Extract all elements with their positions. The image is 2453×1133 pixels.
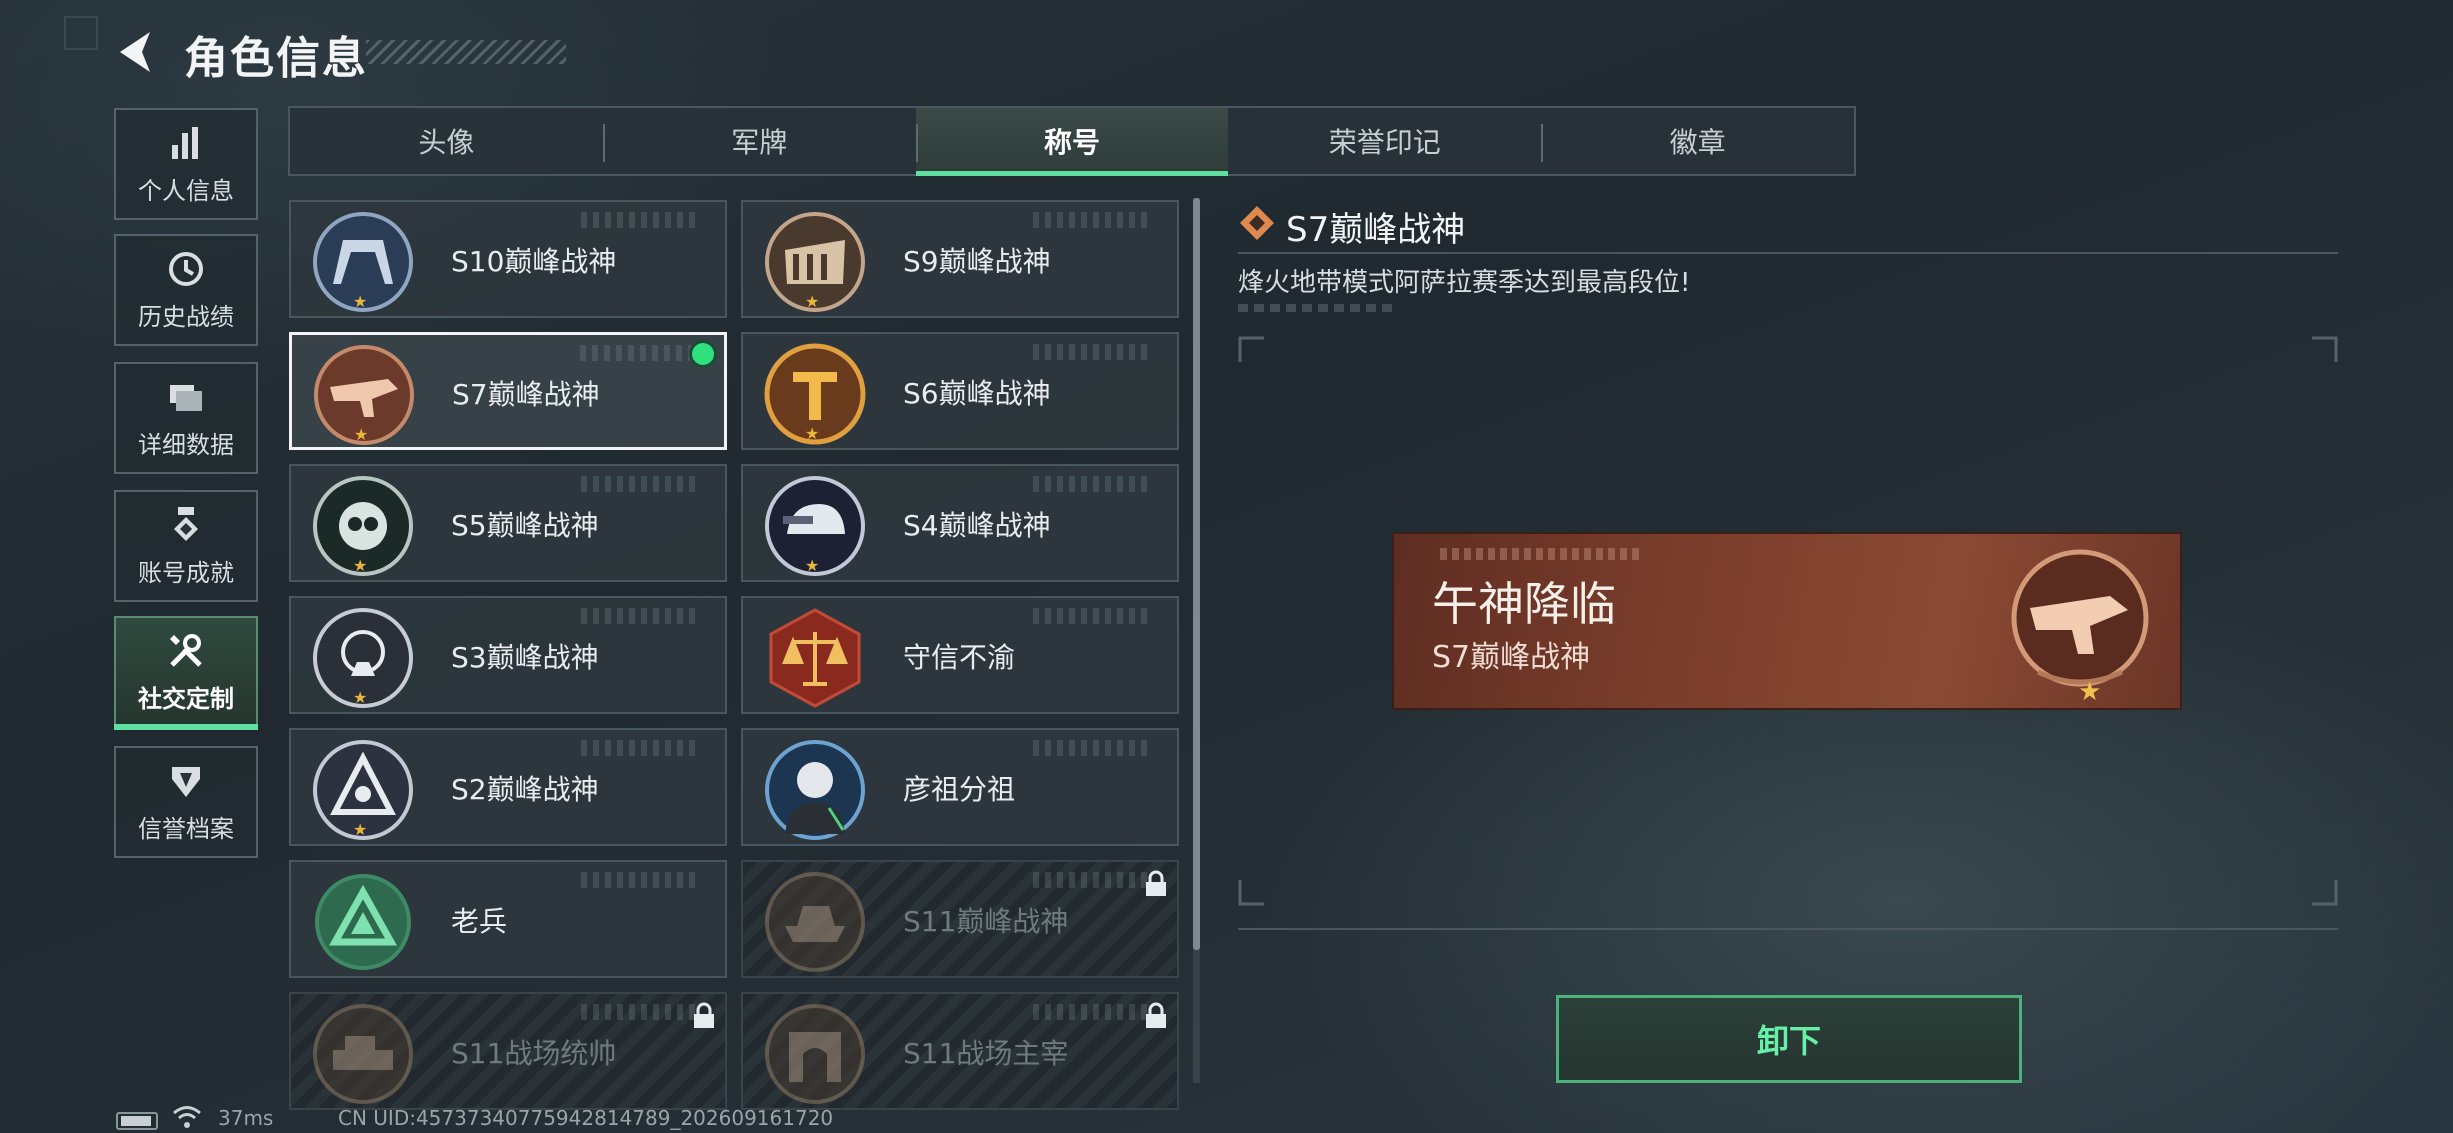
title-card-name: 彦祖分祖 <box>903 773 1016 806</box>
lock-icon <box>694 1002 714 1028</box>
tab-badge[interactable]: 徽章 <box>1541 108 1854 174</box>
tab-bar: 头像 军牌 称号 荣誉印记 徽章 <box>288 106 1856 176</box>
nav-item-detailed-data[interactable]: 详细数据 <box>114 362 258 474</box>
title-card-s2[interactable]: ★ S2巅峰战神 <box>289 728 727 846</box>
title-card-name: S11巅峰战神 <box>903 905 1069 938</box>
title-card-s11-locked[interactable]: S11巅峰战神 <box>741 860 1179 978</box>
title-card-s10[interactable]: ★ S10巅峰战神 <box>289 200 727 318</box>
lock-icon <box>1146 1002 1166 1028</box>
title-card-s7[interactable]: ★ S7巅峰战神 <box>289 332 727 450</box>
banner-decoration <box>1440 548 1640 560</box>
equipped-indicator <box>692 343 714 365</box>
nav-item-label: 账号成就 <box>138 558 234 587</box>
title-card-s9[interactable]: ★ S9巅峰战神 <box>741 200 1179 318</box>
back-arrow-icon <box>120 32 150 72</box>
folder-icon <box>170 384 202 411</box>
clock-icon <box>169 251 203 286</box>
tab-dogtag[interactable]: 军牌 <box>602 108 916 174</box>
rank-star-icon: ★ <box>805 556 820 575</box>
bar-chart-icon <box>172 126 198 159</box>
title-card-s11-ruler-locked[interactable]: S11战场主宰 <box>741 992 1179 1110</box>
title-card-s5[interactable]: ★ S5巅峰战神 <box>289 464 727 582</box>
svg-text:★: ★ <box>2078 677 2101 702</box>
title-card-name: S2巅峰战神 <box>451 773 599 806</box>
rank-star-icon: ★ <box>353 820 368 839</box>
rank-star-icon: ★ <box>805 292 820 311</box>
tab-honor-mark[interactable]: 荣誉印记 <box>1228 108 1541 174</box>
nav-item-social-custom[interactable]: 社交定制 <box>114 616 258 728</box>
rank-star-icon: ★ <box>353 292 368 311</box>
rank-star-icon: ★ <box>353 688 368 707</box>
veteran-emblem-icon <box>315 874 411 970</box>
scrollbar-thumb[interactable] <box>1193 198 1200 950</box>
title-card-name: S3巅峰战神 <box>451 641 599 674</box>
nav-item-label: 社交定制 <box>138 684 234 713</box>
title-card-name: S10巅峰战神 <box>451 245 617 278</box>
title-card-keep-promise[interactable]: 守信不渝 <box>741 596 1179 714</box>
title-card-name: S11战场统帅 <box>451 1037 617 1070</box>
battery-icon <box>116 1112 158 1130</box>
title-card-name: 守信不渝 <box>903 641 1016 674</box>
title-card-name: S11战场主宰 <box>903 1037 1069 1070</box>
nav-item-label: 历史战绩 <box>138 302 234 331</box>
banner-subtitle: S7巅峰战神 <box>1432 640 1591 675</box>
nav-item-label: 信誉档案 <box>138 814 234 843</box>
tab-avatar[interactable]: 头像 <box>290 108 603 174</box>
rank-star-icon: ★ <box>354 425 369 444</box>
banner-title-text: 午神降临 <box>1432 577 1616 631</box>
scales-emblem-icon <box>769 608 861 708</box>
title-card-name: S9巅峰战神 <box>903 245 1051 278</box>
wifi-icon <box>173 1106 201 1128</box>
ping-text: 37ms <box>218 1106 274 1130</box>
portrait-emblem-icon <box>765 740 865 840</box>
back-button[interactable] <box>112 28 160 76</box>
title-card-s6[interactable]: ★ S6巅峰战神 <box>741 332 1179 450</box>
nav-item-personal-info[interactable]: 个人信息 <box>114 108 258 220</box>
title-card-s4[interactable]: ★ S4巅峰战神 <box>741 464 1179 582</box>
s11-emblem-icon <box>765 872 865 972</box>
tools-icon <box>170 633 202 667</box>
title-card-s3[interactable]: ★ S3巅峰战神 <box>289 596 727 714</box>
title-decoration <box>366 40 566 64</box>
title-card-name: 老兵 <box>451 905 508 938</box>
uid-text: CN UID:4573734077594281478​9_20260916172… <box>338 1106 834 1130</box>
tank-emblem-icon <box>313 1004 413 1104</box>
tab-title[interactable]: 称号 <box>915 108 1229 176</box>
arch-emblem-icon <box>765 1004 865 1104</box>
title-card-name: S4巅峰战神 <box>903 509 1051 542</box>
title-card-name: S6巅峰战神 <box>903 377 1051 410</box>
lock-icon <box>1146 870 1166 896</box>
nav-item-credit-file[interactable]: 信誉档案 <box>114 746 258 858</box>
detail-description: 烽火地带模式阿萨拉赛季达到最高段位! <box>1238 268 1691 298</box>
medal-icon <box>174 506 198 541</box>
s7-emblem-large-icon: ★ <box>2011 549 2149 702</box>
detail-title: S7巅峰战神 <box>1286 210 1466 250</box>
title-diamond-icon <box>1240 206 1274 240</box>
title-card-s11-commander-locked[interactable]: S11战场统帅 <box>289 992 727 1110</box>
shield-icon <box>172 766 200 797</box>
rank-star-icon: ★ <box>805 424 820 443</box>
title-card-veteran[interactable]: 老兵 <box>289 860 727 978</box>
divider <box>1238 252 2338 254</box>
title-card-name: S7巅峰战神 <box>452 378 600 411</box>
nav-item-label: 详细数据 <box>138 430 234 459</box>
rank-star-icon: ★ <box>353 556 368 575</box>
nav-active-indicator <box>114 724 258 730</box>
page-title: 角色信息 <box>184 33 368 84</box>
unequip-button[interactable]: 卸下 <box>1556 995 2022 1083</box>
nav-item-label: 个人信息 <box>138 176 234 205</box>
divider <box>1238 928 2338 930</box>
title-card-name: S5巅峰战神 <box>451 509 599 542</box>
corner-decoration <box>64 16 98 50</box>
nav-item-achievements[interactable]: 账号成就 <box>114 490 258 602</box>
title-card-yanzu[interactable]: 彦祖分祖 <box>741 728 1179 846</box>
decorative-code <box>1238 304 1398 312</box>
nav-item-history[interactable]: 历史战绩 <box>114 234 258 346</box>
